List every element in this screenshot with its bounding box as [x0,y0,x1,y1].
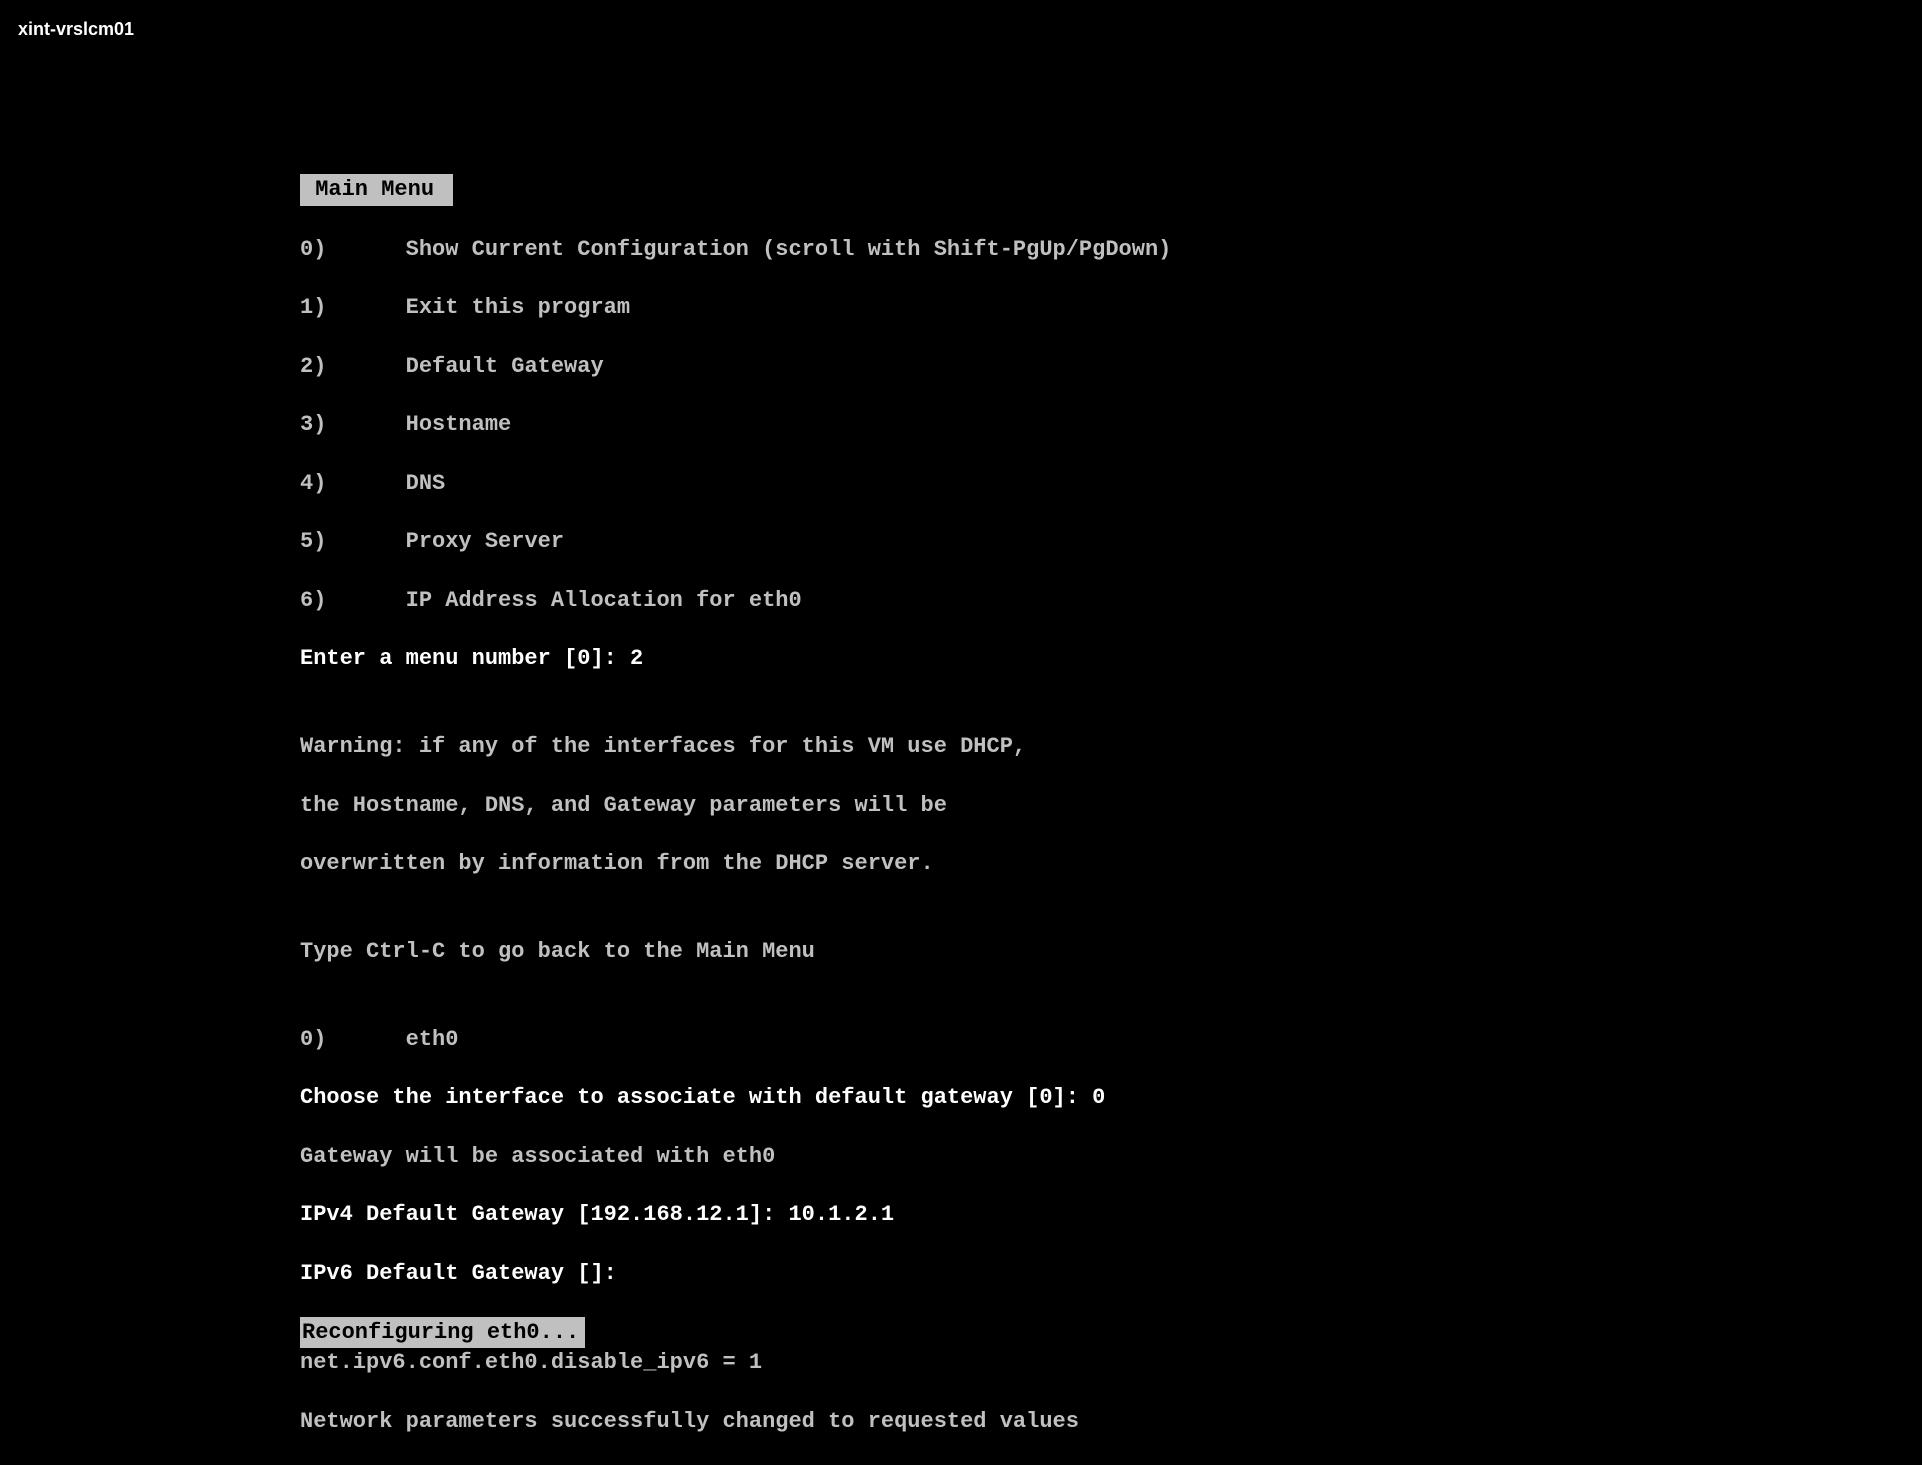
menu-item-5: 5) Proxy Server [300,527,1171,556]
warning-line-1: Warning: if any of the interfaces for th… [300,732,1171,761]
menu-item-4: 4) DNS [300,469,1171,498]
menu-item-1: 1) Exit this program [300,293,1171,322]
interface-list-item-0: 0) eth0 [300,1025,1171,1054]
ipv4-gateway-prompt[interactable]: IPv4 Default Gateway [192.168.12.1]: 10.… [300,1200,1171,1229]
ipv6-gateway-prompt[interactable]: IPv6 Default Gateway []: [300,1259,1171,1288]
menu-item-3: 3) Hostname [300,410,1171,439]
back-hint: Type Ctrl-C to go back to the Main Menu [300,937,1171,966]
result-message: Network parameters successfully changed … [300,1407,1171,1436]
interface-choice-prompt[interactable]: Choose the interface to associate with d… [300,1083,1171,1112]
menu-item-6: 6) IP Address Allocation for eth0 [300,586,1171,615]
interface-association-msg: Gateway will be associated with eth0 [300,1142,1171,1171]
console-output[interactable]: Main Menu 0) Show Current Configuration … [300,145,1171,1465]
warning-line-3: overwritten by information from the DHCP… [300,849,1171,878]
menu-item-2: 2) Default Gateway [300,352,1171,381]
sysctl-output: net.ipv6.conf.eth0.disable_ipv6 = 1 [300,1348,1171,1377]
menu-title: Main Menu [300,174,453,205]
vm-name-label: xint-vrslcm01 [18,18,134,42]
menu-number-prompt[interactable]: Enter a menu number [0]: 2 [300,644,1171,673]
menu-item-0: 0) Show Current Configuration (scroll wi… [300,235,1171,264]
reconfiguring-status: Reconfiguring eth0... [300,1317,585,1348]
warning-line-2: the Hostname, DNS, and Gateway parameter… [300,791,1171,820]
